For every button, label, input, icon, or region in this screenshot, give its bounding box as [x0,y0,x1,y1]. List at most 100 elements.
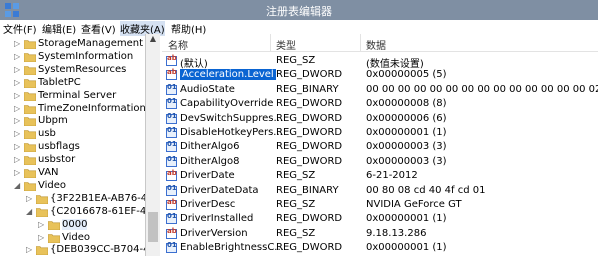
folder-icon [23,52,37,63]
value-row[interactable]: DriverDate REG_SZ 6-21-2012 [162,169,598,183]
folder-icon [23,181,37,192]
value-data: 00 00 00 00 00 00 00 00 00 00 00 00 00 0… [366,83,598,95]
value-row[interactable]: DitherAlgo8 REG_DWORD 0x00000003 (3) [162,155,598,169]
value-row[interactable]: CapabilityOverrideREG_DWORD 0x00000008 (8… [162,97,598,111]
expand-arrow-closed-icon[interactable]: ▷ [14,65,20,74]
folder-icon [23,39,37,50]
folder-icon [23,168,37,179]
folder-icon [35,194,49,205]
value-type: REG_DWORD [276,69,343,81]
folder-icon [23,65,37,76]
binary-value-icon [166,184,177,196]
expand-arrow-closed-icon[interactable]: ▷ [26,194,32,203]
scroll-up-icon[interactable]: ▲ [146,34,160,46]
expand-arrow-closed-icon[interactable]: ▷ [14,142,20,151]
value-type: REG_DWORD [276,127,343,138]
expand-arrow-closed-icon[interactable]: ▷ [14,52,20,61]
value-row[interactable]: (默认)REG_SZ(数值未设置) [162,54,598,70]
folder-icon [47,233,61,243]
value-data: 0x00000003 (3) [366,155,447,167]
binary-value-icon [166,140,177,153]
value-type: REG_DWORD [276,98,343,110]
expand-arrow-closed-icon[interactable]: ▷ [14,78,20,87]
column-divider[interactable] [360,34,361,52]
value-row[interactable]: DriverInstalled REG_DWORD 0x00000001 (1) [162,212,598,226]
expand-arrow-closed-icon[interactable]: ▷ [14,129,20,138]
string-value-icon [166,54,177,66]
value-row[interactable]: AudioState REG_BINARY 00 00 00 00 00 00 00… [162,83,598,97]
value-data: 0x00000006 (6) [366,112,447,124]
values-list: 名称 类型 数据 (默认)REG_SZ(数值未设置)Acceleration.L… [162,34,598,256]
folder-icon [23,78,37,88]
binary-value-icon [166,212,177,225]
expand-arrow-closed-icon[interactable]: ▷ [14,91,20,100]
value-type: REG_BINARY [276,83,339,95]
tree-item-label: SystemResources [38,63,127,75]
value-type: REG_SZ [276,199,316,210]
value-type: REG_DWORD [276,141,343,153]
tree-item-label: usbflags [38,141,80,153]
tree-item-label: Video [38,179,67,191]
folder-icon [35,207,49,217]
tree-item-label: StorageManagement [38,38,143,49]
column-header-type[interactable]: 类型 [276,37,296,52]
value-row[interactable]: DriverDesc REG_SZ NVIDIA GeForce GT [162,198,598,212]
expand-arrow-closed-icon[interactable]: ▷ [38,233,44,242]
value-row[interactable]: DriverDateData REG_BINARY 00 80 08 cd 40 4… [162,184,598,198]
value-name: DriverInstalled [180,213,254,225]
expand-arrow-closed-icon[interactable]: ▷ [14,168,20,177]
value-row[interactable]: Acceleration.LevelREG_DWORD 0x00000005 (5… [162,68,598,82]
tree-item[interactable]: ▷ {DEB039CC-B704-4F [0,243,145,256]
string-value-icon [166,198,177,210]
value-row[interactable]: DisableHotkeyPers...REG_DWORD 0x00000001 … [162,126,598,140]
value-type: REG_DWORD [276,242,343,254]
tree-scrollbar[interactable]: ▲ [146,34,160,256]
column-header-data[interactable]: 数据 [366,37,386,52]
folder-icon [23,104,37,114]
value-data: 0x00000005 (5) [366,69,447,81]
value-type: REG_DWORD [276,155,343,167]
scroll-thumb[interactable] [148,212,158,242]
value-type: REG_SZ [276,170,316,182]
binary-value-icon [166,241,177,254]
value-row[interactable]: DevSwitchSuppres...REG_DWORD 0x00000006 (… [162,112,598,126]
value-row[interactable]: DriverVersion REG_SZ 9.18.13.286 [162,227,598,241]
value-row[interactable]: EnableBrightnessC...REG_DWORD 0x00000001 … [162,241,598,255]
tree-item-label: Video [62,231,91,243]
expand-arrow-open-icon[interactable]: ◢ [14,181,20,190]
string-value-icon [166,227,177,239]
expand-arrow-closed-icon[interactable]: ▷ [14,104,20,113]
expand-arrow-closed-icon[interactable]: ▷ [14,39,20,48]
value-data: 0x00000001 (1) [366,213,447,225]
column-header-name[interactable]: 名称 [168,37,188,52]
expand-arrow-closed-icon[interactable]: ▷ [14,116,20,125]
binary-value-icon [166,97,177,110]
tree-item-label: Terminal Server [38,89,117,101]
folder-icon [35,245,49,256]
folder-icon [23,91,37,101]
expand-arrow-closed-icon[interactable]: ▷ [26,245,32,254]
value-name: DisableHotkeyPers... [180,127,283,138]
list-header: 名称 类型 数据 [162,34,598,52]
value-row[interactable]: DitherAlgo6 REG_DWORD 0x00000003 (3) [162,140,598,154]
folder-icon [23,155,37,166]
value-name: DitherAlgo6 [180,141,240,153]
binary-value-icon [166,126,177,138]
expand-arrow-open-icon[interactable]: ◢ [26,207,32,216]
tree-item-label: usbstor [38,154,76,166]
value-type: REG_DWORD [276,112,343,124]
value-data: NVIDIA GeForce GT [366,199,462,210]
expand-arrow-closed-icon[interactable]: ▷ [14,155,20,164]
value-type: REG_SZ [276,227,316,239]
binary-value-icon [166,155,177,167]
value-name: AudioState [180,83,235,95]
value-name: DriverDesc [180,199,236,210]
value-data: 0x00000008 (8) [366,98,447,110]
value-type: REG_SZ [276,55,316,66]
tree-item-label: {C2016678-61EF-4A [50,205,146,217]
title-bar: 注册表编辑器 [0,0,598,20]
column-divider[interactable] [270,34,271,52]
value-data: 0x00000001 (1) [366,242,447,254]
tree-item-label: Ubpm [38,115,68,127]
expand-arrow-closed-icon[interactable]: ▷ [38,220,44,229]
